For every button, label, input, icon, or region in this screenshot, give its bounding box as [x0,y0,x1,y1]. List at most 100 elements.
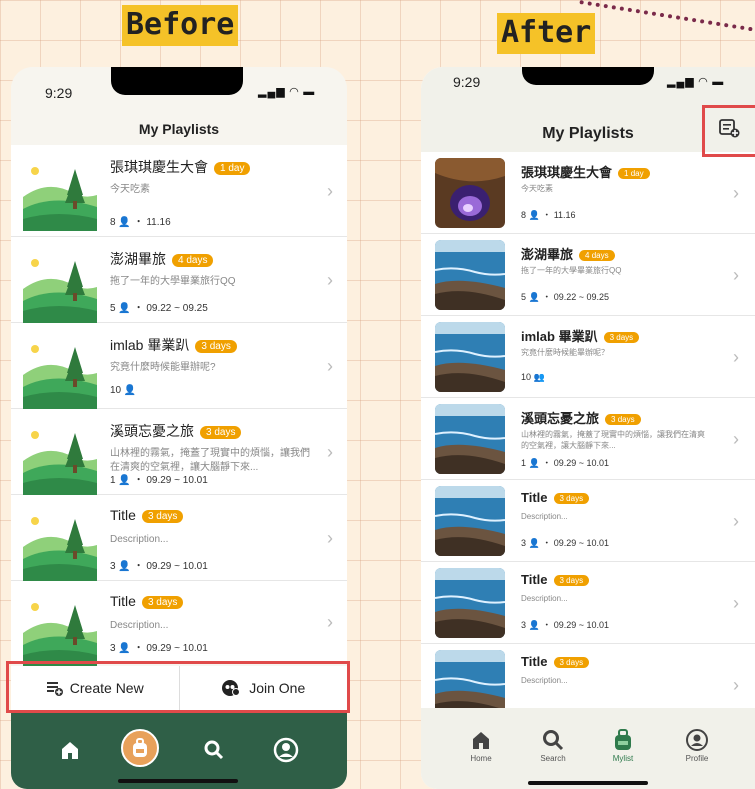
playlist-name-text: Title [521,654,548,669]
bottom-nav: Home Search Mylist Profile [421,708,755,789]
playlist-name-text: Title [110,507,136,523]
playlist-description: Description... [521,676,568,685]
playlist-thumbnail [435,650,505,708]
days-badge: 3 days [605,414,641,426]
profile-icon[interactable] [273,737,299,763]
playlist-thumbnail [23,421,97,495]
days-badge: 3 days [553,493,590,505]
backpack-icon [615,729,631,750]
playlist-row[interactable]: Title 3 days Description... › [421,644,755,708]
playlist-name-text: 澎湖畢旅 [521,247,574,262]
playlist-name-text: 溪頭忘憂之旅 [521,411,600,426]
playlist-row[interactable]: 張琪琪慶生大會 1 day 今天吃素 8 👤 ・ 11.16 › [421,152,755,234]
playlist-row[interactable]: imlab 畢業趴 3 days 究竟什麼時候能畢辦呢？ 10 👥 › [421,316,755,398]
chevron-right-icon: › [733,675,739,695]
ocean-coast-photo [435,568,505,638]
cave-photo [435,158,505,228]
playlist-row[interactable]: Title 3 days Description... 3 👤 ・ 09.29 ~ 1… [421,480,755,562]
playlist-meta: 3 👤 ・ 09.29 ~ 10.01 [521,620,610,630]
days-badge: 3 days [141,509,184,523]
home-icon[interactable] [59,739,81,761]
playlist-row[interactable]: Title 3 days Description... 3 👤 ・ 09.29 ~ 1… [11,495,347,581]
playlist-row[interactable]: Title 3 days Description... 3 👤 ・ 09.29 ~ 1… [421,562,755,644]
playlist-row[interactable]: Title 3 days Description... 3 👤 ・ 09.29 ~ 1… [11,581,347,667]
playlist-description: 拖了一年的大學畢業旅行QQ [110,276,236,287]
status-time: 9:29 [453,74,481,90]
days-badge: 4 days [579,250,615,262]
nav-item-home[interactable]: Home [456,728,506,763]
playlist-name-text: Title [521,490,548,505]
nav-item-mylist[interactable]: Mylist [598,728,648,763]
ocean-coast-photo [435,404,505,474]
playlist-description: 山林裡的霧氣，掩蓋了現實中的煩惱，讓我們在清爽的空氣裡，讓大腦靜下來... [110,448,310,473]
chevron-right-icon: › [733,429,739,449]
playlist-name-text: imlab 畢業趴 [110,337,190,353]
playlist-description: 拖了一年的大學畢業旅行QQ [521,266,622,275]
days-badge: 3 days [200,425,242,439]
nav-item-search[interactable]: Search [528,728,578,763]
ocean-coast-photo [435,322,505,392]
status-bar: 9:29 ▂▄▆ ◠ ▬ [11,67,347,113]
mountain-illustration [23,157,97,231]
playlist-row[interactable]: 澎湖畢旅 4 days 拖了一年的大學畢業旅行QQ 5 👤 ・ 09.22 ~ 09.… [421,234,755,316]
search-icon[interactable] [203,739,225,761]
nav-label: Search [540,754,566,763]
playlist-name-text: 溪頭忘憂之旅 [110,423,194,439]
playlist-name: Title 3 days [521,572,590,587]
chevron-right-icon: › [327,528,333,548]
playlist-description: 山林裡的霧氣，掩蓋了現實中的煩惱，讓我們在清爽的空氣裡，讓大腦靜下來... [521,430,705,450]
playlist-row[interactable]: imlab 畢業趴 3 days 究竟什麼時候能畢辦呢? 10 👤 › [11,323,347,409]
mountain-illustration [23,335,97,409]
days-badge: 4 days [172,253,214,267]
mountain-illustration [23,249,97,323]
playlist-thumbnail [435,404,505,474]
search-icon [543,730,564,751]
signal-wifi-battery-icon: ▂▄▆ ◠ ▬ [258,86,316,98]
page-title: My Playlists [138,121,220,137]
days-badge: 3 days [553,575,590,587]
days-badge: 1 day [214,161,251,175]
chevron-right-icon: › [733,593,739,613]
playlist-meta: 1 👤 ・ 09.29 ~ 10.01 [521,458,610,468]
nav-item-profile[interactable]: Profile [672,728,722,763]
days-badge: 3 days [553,657,590,669]
playlist-description: Description... [110,620,169,631]
chevron-right-icon: › [327,356,333,376]
playlist-description: 今天吃素 [110,184,150,195]
home-indicator [528,781,648,785]
notch [522,67,654,85]
nav-label: Home [470,754,492,763]
playlist-description: 今天吃素 [521,184,553,193]
days-badge: 3 days [141,595,184,609]
playlist-description: Description... [110,534,169,545]
playlist-thumbnail [23,335,97,409]
playlist-row[interactable]: 澎湖畢旅 4 days 拖了一年的大學畢業旅行QQ 5 👤 ・ 09.22 ~ 09.… [11,237,347,323]
playlist-thumbnail [23,507,97,581]
notch [111,67,243,95]
playlist-row[interactable]: 溪頭忘憂之旅 3 days 山林裡的霧氣，掩蓋了現實中的煩惱，讓我們在清爽的空氣裡，… [421,398,755,480]
mylist-backpack-icon[interactable] [121,729,159,767]
playlist-thumbnail [435,322,505,392]
playlist-name: Title 3 days [110,593,184,609]
playlist-thumbnail [435,240,505,310]
playlist-thumbnail [435,486,505,556]
playlist-meta: 10 👤 [110,385,137,396]
profile-icon [686,729,708,751]
chevron-right-icon: › [733,183,739,203]
playlist-row[interactable]: 溪頭忘憂之旅 3 days 山林裡的霧氣，掩蓋了現實中的煩惱，讓我們在清爽的空氣裡，… [11,409,347,495]
mountain-illustration [23,421,97,495]
playlist-name-text: imlab 畢業趴 [521,329,598,344]
playlist-row[interactable]: 張琪琪慶生大會 1 day 今天吃素 8 👤 ・ 11.16 › [11,145,347,237]
playlist-description: 究竟什麼時候能畢辦呢？ [521,348,609,357]
playlist-name-text: 澎湖畢旅 [110,251,166,267]
playlist-name: 溪頭忘憂之旅 3 days [110,421,242,441]
ocean-coast-photo [435,486,505,556]
playlist-meta: 8 👤 ・ 11.16 [521,210,576,220]
playlist-name-text: Title [521,572,548,587]
playlist-thumbnail [23,157,97,231]
after-phone: 9:29 ▂▄▆ ◠ ▬ My Playlists 張琪琪慶生大會 1 day 今天… [421,67,755,789]
playlist-name: imlab 畢業趴 3 days [521,326,640,345]
chevron-right-icon: › [327,442,333,462]
chevron-right-icon: › [733,265,739,285]
dotted-arrow-decoration [573,0,753,67]
